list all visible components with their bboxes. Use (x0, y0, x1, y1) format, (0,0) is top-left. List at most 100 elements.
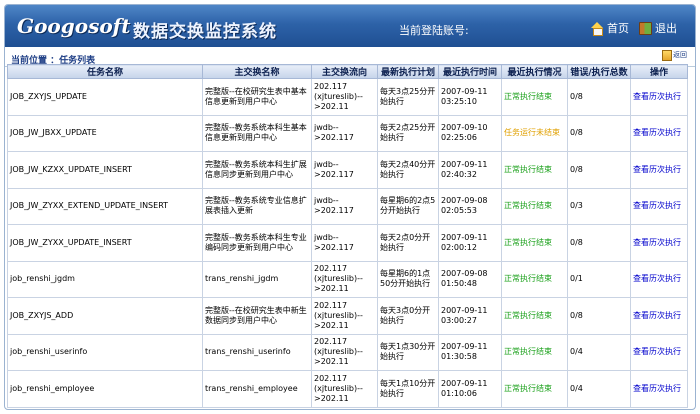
view-history-link[interactable]: 查看历次执行 (630, 114, 688, 152)
cell-last-status: 正常执行结束 (501, 151, 568, 189)
cell-task-name: JOB_JW_ZYXX_UPDATE_INSERT (7, 224, 203, 262)
view-history-link[interactable]: 查看历次执行 (630, 224, 688, 262)
cell-task-name: JOB_JW_KZXX_UPDATE_INSERT (7, 151, 203, 189)
table-row: job_renshi_jgdm trans_renshi_jgdm 202.117 … (7, 260, 688, 298)
cell-exchange-name: trans_renshi_employee (202, 370, 312, 408)
view-history-link[interactable]: 查看历次执行 (630, 151, 688, 189)
view-history-link[interactable]: 查看历次执行 (630, 333, 688, 371)
nav-exit-link[interactable]: 退出 (639, 20, 677, 36)
cell-task-name: job_renshi_employee (7, 370, 203, 408)
cell-plan: 每天2点25分开始执行 (377, 114, 439, 152)
task-table-body: JOB_ZXYJS_UPDATE 完整版--在校研究生表中基本信息更新到用户中心 2… (7, 78, 688, 408)
cell-plan: 每星期6的1点50分开始执行 (377, 260, 439, 298)
cell-exchange-flow: 202.117 (xjtureslib)-- >202.11 (311, 297, 378, 335)
col-header-exchange-flow: 主交换流向 (311, 64, 378, 79)
cell-last-time: 2007-09-11 03:00:27 (438, 297, 502, 335)
cell-last-time: 2007-09-11 01:10:06 (438, 370, 502, 408)
cell-last-time: 2007-09-08 01:50:48 (438, 260, 502, 298)
col-header-task-name: 任务名称 (7, 64, 203, 79)
cell-plan: 每天1点10分开始执行 (377, 370, 439, 408)
col-header-last-time: 最近执行时间 (438, 64, 502, 79)
table-row: JOB_JW_KZXX_UPDATE_INSERT 完整版--教务系统本科生扩展信… (7, 151, 688, 189)
back-label: 返回 (673, 51, 687, 59)
cell-task-name: job_renshi_jgdm (7, 260, 203, 298)
cell-exchange-name: 完整版--在校研究生表中新生数据同步到用户中心 (202, 297, 312, 335)
col-header-action: 操作 (630, 64, 688, 79)
cell-last-status: 正常执行结束 (501, 187, 568, 225)
cell-exchange-flow: jwdb-- >202.117 (311, 224, 378, 262)
table-row: job_renshi_userinfo trans_renshi_userinfo… (7, 333, 688, 371)
cell-task-name: JOB_JW_JBXX_UPDATE (7, 114, 203, 152)
col-header-exchange-name: 主交换名称 (202, 64, 312, 79)
nav-home-link[interactable]: 首页 (590, 20, 629, 36)
cell-exchange-flow: 202.117 (xjtureslib)-- >202.11 (311, 333, 378, 371)
cell-exchange-name: 完整版--教务系统专业信息扩展表插入更新 (202, 187, 312, 225)
cell-exchange-flow: jwdb-- >202.117 (311, 114, 378, 152)
cell-last-time: 2007-09-11 02:00:12 (438, 224, 502, 262)
cell-error-count: 0/8 (567, 151, 631, 189)
home-icon (590, 22, 604, 36)
cell-last-status: 正常执行结束 (501, 370, 568, 408)
nav-exit-label: 退出 (655, 22, 677, 35)
task-table: 任务名称 主交换名称 主交换流向 最新执行计划 最近执行时间 最近执行情况 错误… (7, 64, 688, 408)
cell-error-count: 0/3 (567, 187, 631, 225)
cell-last-status: 任务运行未结束 (501, 114, 568, 152)
col-header-plan: 最新执行计划 (377, 64, 439, 79)
cell-last-status: 正常执行结束 (501, 333, 568, 371)
cell-last-time: 2007-09-11 03:25:10 (438, 78, 502, 116)
cell-plan: 每天3点0分开始执行 (377, 297, 439, 335)
cell-exchange-flow: 202.117 (xjtureslib)-- >202.11 (311, 370, 378, 408)
login-account-label: 当前登陆账号: (399, 24, 469, 37)
cell-last-time: 2007-09-08 02:05:53 (438, 187, 502, 225)
cell-plan: 每天2点40分开始执行 (377, 151, 439, 189)
cell-task-name: job_renshi_userinfo (7, 333, 203, 371)
cell-exchange-name: 完整版--教务系统本科生专业编码同步更新到用户中心 (202, 224, 312, 262)
view-history-link[interactable]: 查看历次执行 (630, 260, 688, 298)
table-row: JOB_ZXYJS_ADD 完整版--在校研究生表中新生数据同步到用户中心 202.… (7, 297, 688, 335)
view-history-link[interactable]: 查看历次执行 (630, 187, 688, 225)
table-header-row: 任务名称 主交换名称 主交换流向 最新执行计划 最近执行时间 最近执行情况 错误… (7, 64, 688, 79)
nav-home-label: 首页 (607, 22, 629, 35)
cell-last-status: 正常执行结束 (501, 78, 568, 116)
table-row: JOB_JW_ZYXX_EXTEND_UPDATE_INSERT 完整版--教务系… (7, 187, 688, 225)
cell-exchange-flow: 202.117 (xjtureslib)-- >202.11 (311, 78, 378, 116)
cell-plan: 每天2点0分开始执行 (377, 224, 439, 262)
col-header-error-count: 错误/执行总数 (567, 64, 631, 79)
view-history-link[interactable]: 查看历次执行 (630, 370, 688, 408)
cell-error-count: 0/8 (567, 224, 631, 262)
system-title: 数据交换监控系统 (133, 22, 277, 42)
cell-last-status: 正常执行结束 (501, 297, 568, 335)
cell-exchange-name: 完整版--教务系统本科生基本信息更新到用户中心 (202, 114, 312, 152)
cell-task-name: JOB_ZXYJS_UPDATE (7, 78, 203, 116)
cell-plan: 每星期6的2点5分开始执行 (377, 187, 439, 225)
cell-error-count: 0/4 (567, 370, 631, 408)
back-icon (662, 50, 672, 61)
company-logo: Googosoft (17, 14, 131, 38)
cell-exchange-name: 完整版--在校研究生表中基本信息更新到用户中心 (202, 78, 312, 116)
cell-exchange-flow: jwdb-- >202.117 (311, 151, 378, 189)
cell-error-count: 0/8 (567, 78, 631, 116)
table-row: JOB_JW_JBXX_UPDATE 完整版--教务系统本科生基本信息更新到用户中… (7, 114, 688, 152)
col-header-last-status: 最近执行情况 (501, 64, 568, 79)
view-history-link[interactable]: 查看历次执行 (630, 78, 688, 116)
cell-error-count: 0/1 (567, 260, 631, 298)
cell-last-time: 2007-09-11 01:30:58 (438, 333, 502, 371)
view-history-link[interactable]: 查看历次执行 (630, 297, 688, 335)
cell-exchange-name: trans_renshi_userinfo (202, 333, 312, 371)
cell-exchange-flow: 202.117 (xjtureslib)-- >202.11 (311, 260, 378, 298)
cell-task-name: JOB_ZXYJS_ADD (7, 297, 203, 335)
cell-error-count: 0/8 (567, 297, 631, 335)
table-row: JOB_JW_ZYXX_UPDATE_INSERT 完整版--教务系统本科生专业编… (7, 224, 688, 262)
task-table-container: 任务名称 主交换名称 主交换流向 最新执行计划 最近执行时间 最近执行情况 错误… (7, 64, 688, 408)
cell-last-time: 2007-09-11 02:40:32 (438, 151, 502, 189)
app-header: Googosoft 数据交换监控系统 当前登陆账号: 首页 退出 (5, 5, 695, 47)
cell-exchange-flow: jwdb-- >202.117 (311, 187, 378, 225)
cell-exchange-name: 完整版--教务系统本科生扩展信息同步更新到用户中心 (202, 151, 312, 189)
cell-task-name: JOB_JW_ZYXX_EXTEND_UPDATE_INSERT (7, 187, 203, 225)
cell-error-count: 0/8 (567, 114, 631, 152)
exit-icon (639, 21, 652, 35)
cell-last-time: 2007-09-10 02:25:06 (438, 114, 502, 152)
cell-plan: 每天3点25分开始执行 (377, 78, 439, 116)
cell-exchange-name: trans_renshi_jgdm (202, 260, 312, 298)
back-link[interactable]: 返回 (662, 50, 687, 61)
